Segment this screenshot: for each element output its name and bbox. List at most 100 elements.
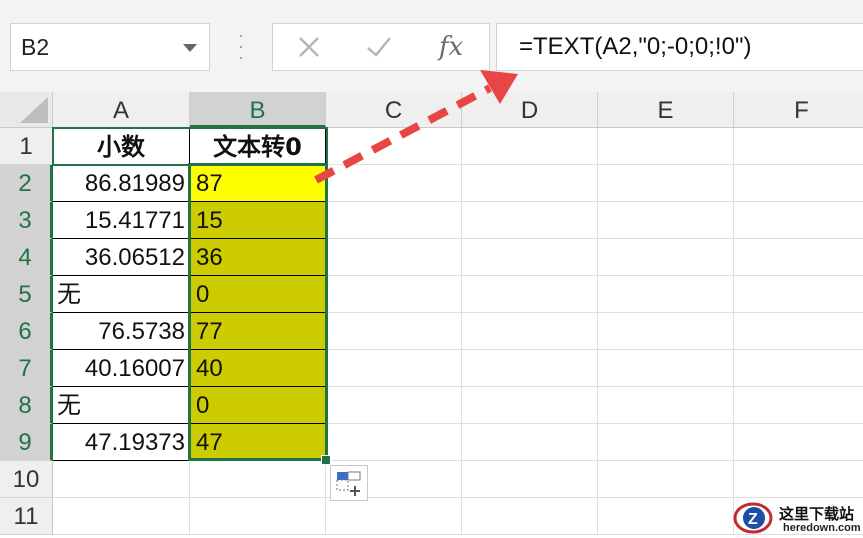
cell-e10[interactable] <box>598 461 734 498</box>
cell-d4[interactable] <box>462 239 598 276</box>
watermark-z-icon: Z <box>733 502 773 534</box>
cell-f5[interactable] <box>734 276 863 313</box>
name-box[interactable]: B2 <box>10 23 210 71</box>
cell-a10[interactable] <box>53 461 190 498</box>
cell-b1[interactable]: 文本转0 <box>190 128 326 165</box>
cell-c4[interactable] <box>326 239 462 276</box>
check-icon[interactable] <box>359 30 399 64</box>
cell-f10[interactable] <box>734 461 863 498</box>
cell-d11[interactable] <box>462 498 598 535</box>
cell-e5[interactable] <box>598 276 734 313</box>
cell-b11[interactable] <box>190 498 326 535</box>
cell-b7[interactable]: 40 <box>190 350 326 387</box>
cell-f7[interactable] <box>734 350 863 387</box>
cell-c7[interactable] <box>326 350 462 387</box>
cell-f1[interactable] <box>734 128 863 165</box>
row-header-8[interactable]: 8 <box>0 387 53 424</box>
cell-b6[interactable]: 77 <box>190 313 326 350</box>
column-header-c[interactable]: C <box>326 92 462 128</box>
cell-f9[interactable] <box>734 424 863 461</box>
select-all-corner[interactable] <box>0 92 53 128</box>
cell-d3[interactable] <box>462 202 598 239</box>
cell-d10[interactable] <box>462 461 598 498</box>
cell-f6[interactable] <box>734 313 863 350</box>
row-header-1[interactable]: 1 <box>0 128 53 165</box>
cell-a11[interactable] <box>53 498 190 535</box>
cell-a9[interactable]: 47.19373 <box>53 424 190 461</box>
cell-d8[interactable] <box>462 387 598 424</box>
cell-c9[interactable] <box>326 424 462 461</box>
cell-a3[interactable]: 15.41771 <box>53 202 190 239</box>
cell-e6[interactable] <box>598 313 734 350</box>
row-header-9[interactable]: 9 <box>0 424 53 461</box>
watermark-title: 这里下载站 <box>779 505 855 523</box>
cell-f2[interactable] <box>734 165 863 202</box>
spreadsheet-grid: A B C D E F 1 2 3 4 5 6 7 8 9 10 11 小数 文… <box>0 92 863 538</box>
column-header-a[interactable]: A <box>53 92 190 128</box>
cell-d1[interactable] <box>462 128 598 165</box>
formula-text: =TEXT(A2,"0;-0;0;!0") <box>519 33 752 60</box>
row-header-4[interactable]: 4 <box>0 239 53 276</box>
cell-e3[interactable] <box>598 202 734 239</box>
cell-a7[interactable]: 40.16007 <box>53 350 190 387</box>
cell-b4[interactable]: 36 <box>190 239 326 276</box>
cell-d5[interactable] <box>462 276 598 313</box>
grip-icon[interactable]: · · · <box>236 26 246 66</box>
cell-e7[interactable] <box>598 350 734 387</box>
quick-analysis-icon <box>336 471 361 496</box>
column-header-d[interactable]: D <box>462 92 598 128</box>
row-header-10[interactable]: 10 <box>0 461 53 498</box>
cell-a2[interactable]: 86.81989 <box>53 165 190 202</box>
cell-b9[interactable]: 47 <box>190 424 326 461</box>
cell-a1[interactable]: 小数 <box>53 128 190 165</box>
row-header-2[interactable]: 2 <box>0 165 53 202</box>
row-header-11[interactable]: 11 <box>0 498 53 535</box>
row-header-5[interactable]: 5 <box>0 276 53 313</box>
cell-e1[interactable] <box>598 128 734 165</box>
cell-c8[interactable] <box>326 387 462 424</box>
watermark-logo: Z 这里下载站 heredown.com <box>733 500 861 536</box>
cell-c2[interactable] <box>326 165 462 202</box>
cell-f3[interactable] <box>734 202 863 239</box>
insert-function-icon[interactable]: fx <box>431 30 471 64</box>
cell-b10[interactable] <box>190 461 326 498</box>
svg-text:Z: Z <box>748 511 758 528</box>
name-box-value: B2 <box>21 34 50 60</box>
quick-analysis-button[interactable] <box>330 465 368 501</box>
cell-c11[interactable] <box>326 498 462 535</box>
cell-a4[interactable]: 36.06512 <box>53 239 190 276</box>
cell-e8[interactable] <box>598 387 734 424</box>
watermark-subtitle: heredown.com <box>783 522 861 534</box>
row-header-6[interactable]: 6 <box>0 313 53 350</box>
cell-c6[interactable] <box>326 313 462 350</box>
cell-d2[interactable] <box>462 165 598 202</box>
fill-handle[interactable] <box>321 455 331 465</box>
cell-d7[interactable] <box>462 350 598 387</box>
cell-d6[interactable] <box>462 313 598 350</box>
column-header-b[interactable]: B <box>190 92 326 128</box>
cell-c5[interactable] <box>326 276 462 313</box>
cell-a5[interactable]: 无 <box>53 276 190 313</box>
cancel-icon[interactable] <box>289 30 329 64</box>
formula-input[interactable]: =TEXT(A2,"0;-0;0;!0") <box>496 23 863 71</box>
column-header-f[interactable]: F <box>734 92 863 128</box>
cell-b3[interactable]: 15 <box>190 202 326 239</box>
cell-e9[interactable] <box>598 424 734 461</box>
cell-f4[interactable] <box>734 239 863 276</box>
cell-f8[interactable] <box>734 387 863 424</box>
cell-e4[interactable] <box>598 239 734 276</box>
cell-b5[interactable]: 0 <box>190 276 326 313</box>
cell-e2[interactable] <box>598 165 734 202</box>
chevron-down-icon[interactable] <box>183 44 197 52</box>
column-header-e[interactable]: E <box>598 92 734 128</box>
cell-d9[interactable] <box>462 424 598 461</box>
row-header-7[interactable]: 7 <box>0 350 53 387</box>
cell-b8[interactable]: 0 <box>190 387 326 424</box>
cell-b2[interactable]: 87 <box>190 165 326 202</box>
cell-c3[interactable] <box>326 202 462 239</box>
cell-c1[interactable] <box>326 128 462 165</box>
row-header-3[interactable]: 3 <box>0 202 53 239</box>
cell-a8[interactable]: 无 <box>53 387 190 424</box>
cell-e11[interactable] <box>598 498 734 535</box>
cell-a6[interactable]: 76.5738 <box>53 313 190 350</box>
